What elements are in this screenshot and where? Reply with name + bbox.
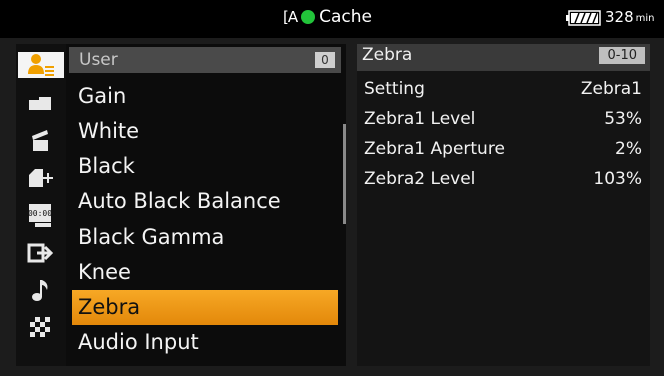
menu-header-badge: 0 bbox=[315, 52, 335, 68]
cache-status: [A Cache bbox=[283, 7, 372, 27]
menu-item-black[interactable]: Black bbox=[72, 149, 338, 184]
timecode-icon[interactable]: 00:00 bbox=[26, 202, 54, 228]
detail-row-label: Zebra1 Level bbox=[364, 109, 476, 129]
svg-text:00:00: 00:00 bbox=[28, 209, 52, 218]
menu-scrollbar[interactable] bbox=[343, 124, 346, 224]
menu-header-label: User bbox=[79, 50, 118, 70]
battery-icon bbox=[566, 10, 602, 26]
detail-row-label: Setting bbox=[364, 79, 425, 99]
detail-title: Zebra bbox=[362, 45, 413, 65]
detail-row-zebra1-level[interactable]: Zebra1 Level 53% bbox=[364, 104, 646, 134]
user-menu-icon[interactable] bbox=[18, 52, 64, 78]
detail-panel: Zebra 0-10 Setting Zebra1 Zebra1 Level 5… bbox=[357, 44, 650, 366]
menu-category-rail: 00:00 bbox=[16, 44, 66, 366]
menu-header: User 0 bbox=[69, 47, 341, 73]
menu-item-zebra[interactable]: Zebra bbox=[72, 290, 338, 325]
menu-list: User 0 Gain White Black Auto Black Balan… bbox=[66, 44, 346, 366]
menu-item-auto-black-balance[interactable]: Auto Black Balance bbox=[72, 184, 338, 219]
detail-row-label: Zebra2 Level bbox=[364, 169, 476, 189]
menu-item-black-gamma[interactable]: Black Gamma bbox=[72, 220, 338, 255]
checker-icon[interactable] bbox=[26, 314, 54, 340]
media-add-icon[interactable] bbox=[26, 165, 54, 191]
clapperboard-icon[interactable] bbox=[26, 127, 54, 153]
menu-item-audio-input[interactable]: Audio Input bbox=[72, 325, 338, 360]
camera-icon[interactable] bbox=[26, 90, 54, 116]
detail-row-label: Zebra1 Aperture bbox=[364, 139, 505, 159]
media-icon: [A bbox=[283, 8, 298, 26]
audio-note-icon[interactable] bbox=[26, 277, 54, 303]
battery-status: 328 min bbox=[566, 9, 655, 26]
battery-unit: min bbox=[635, 13, 655, 24]
menu-item-gain[interactable]: Gain bbox=[72, 79, 338, 114]
battery-minutes: 328 bbox=[605, 8, 634, 26]
menu-item-knee[interactable]: Knee bbox=[72, 255, 338, 290]
detail-row-value: 2% bbox=[615, 139, 642, 159]
cache-label: Cache bbox=[319, 7, 372, 27]
detail-range-badge: 0-10 bbox=[599, 47, 645, 64]
detail-row-setting[interactable]: Setting Zebra1 bbox=[364, 74, 646, 104]
detail-header: Zebra 0-10 bbox=[357, 44, 650, 71]
detail-row-value: Zebra1 bbox=[580, 79, 642, 99]
detail-row-value: 103% bbox=[593, 169, 642, 189]
output-icon[interactable] bbox=[26, 240, 54, 266]
cache-indicator-icon bbox=[301, 10, 316, 24]
detail-row-zebra1-aperture[interactable]: Zebra1 Aperture 2% bbox=[364, 134, 646, 164]
detail-row-zebra2-level[interactable]: Zebra2 Level 103% bbox=[364, 164, 646, 194]
status-bar: [A Cache 328 min bbox=[0, 0, 664, 38]
menu-item-white[interactable]: White bbox=[72, 114, 338, 149]
detail-row-value: 53% bbox=[604, 109, 642, 129]
